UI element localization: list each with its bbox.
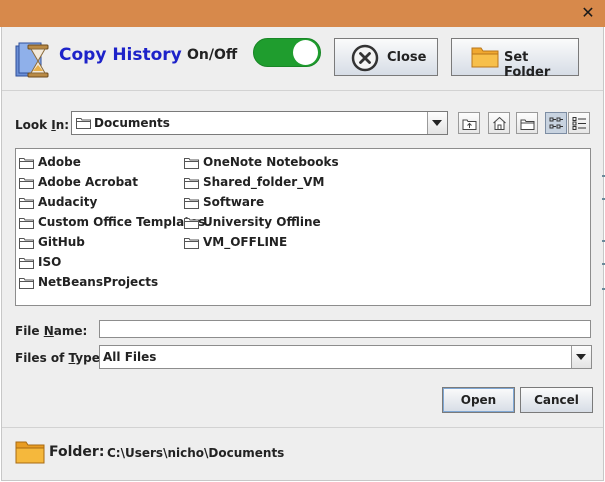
window-close-icon[interactable]: ✕ <box>579 4 597 22</box>
file-type-combo[interactable]: All Files <box>99 345 592 369</box>
look-in-combo[interactable]: Documents <box>71 111 448 135</box>
folder-icon <box>471 47 499 68</box>
list-view-icon <box>549 117 563 129</box>
folder-icon <box>19 238 34 249</box>
new-folder-button[interactable] <box>516 112 538 134</box>
file-name-label: File Name: <box>15 324 88 338</box>
header-divider <box>2 90 603 91</box>
file-list-item-label: GitHub <box>38 235 85 249</box>
footer-folder-label: Folder: <box>49 444 105 460</box>
folder-icon <box>184 178 199 189</box>
folder-icon <box>19 198 34 209</box>
up-one-level-button[interactable] <box>458 112 480 134</box>
footer-divider <box>2 427 603 428</box>
file-list-item-label: OneNote Notebooks <box>203 155 339 169</box>
folder-icon <box>19 218 34 229</box>
details-view-button[interactable] <box>568 112 590 134</box>
file-list-item-label: Software <box>203 195 265 209</box>
close-circle-icon <box>351 44 379 72</box>
set-folder-button-label: Set Folder <box>504 50 551 80</box>
folder-icon <box>76 118 91 129</box>
footer-folder-path: C:\Users\nicho\Documents <box>107 446 285 460</box>
close-button-label: Close <box>387 50 427 65</box>
file-list-item-label: Adobe Acrobat <box>38 175 139 189</box>
details-view-icon <box>572 117 586 130</box>
toggle-knob <box>293 40 318 65</box>
new-folder-icon <box>520 119 535 130</box>
cancel-button[interactable]: Cancel <box>520 387 593 413</box>
file-list[interactable]: Adobe Adobe Acrobat Audacity Custom Office … <box>15 148 591 306</box>
file-list-item-label: Custom Office Templates <box>38 215 206 229</box>
file-type-label: Files of Type: <box>15 351 105 365</box>
on-off-toggle[interactable] <box>253 38 321 67</box>
folder-icon <box>15 441 45 464</box>
file-list-item-label: VM_OFFLINE <box>203 235 288 249</box>
look-in-label: Look In: <box>15 118 70 132</box>
folder-icon <box>19 158 34 169</box>
up-one-level-icon <box>462 119 477 130</box>
folder-icon <box>184 218 199 229</box>
file-list-item-label: ISO <box>38 255 62 269</box>
folder-icon <box>19 178 34 189</box>
folder-icon <box>19 278 34 289</box>
file-list-item-label: NetBeansProjects <box>38 275 159 289</box>
file-type-dropdown-arrow[interactable] <box>571 346 591 368</box>
file-list-item-label: Audacity <box>38 195 98 209</box>
file-name-input[interactable] <box>99 320 591 338</box>
file-type-value: All Files <box>103 350 157 364</box>
hourglass-icon <box>15 42 49 78</box>
toggle-label: On/Off <box>187 47 238 63</box>
folder-icon <box>184 158 199 169</box>
home-button[interactable] <box>488 112 510 134</box>
app-title: Copy History <box>59 45 182 65</box>
folder-icon <box>184 238 199 249</box>
file-list-item-label: Shared_folder_VM <box>203 175 325 189</box>
title-bar: ✕ <box>0 0 605 27</box>
look-in-value: Documents <box>94 116 170 130</box>
look-in-dropdown-arrow[interactable] <box>427 112 447 134</box>
folder-icon <box>19 258 34 269</box>
close-button[interactable]: Close <box>334 38 438 76</box>
copy-history-window: Copy History On/Off Close Set Folder Loo… <box>1 27 604 481</box>
set-folder-button[interactable]: Set Folder <box>451 38 579 80</box>
folder-icon <box>184 198 199 209</box>
header-toolbar: Copy History On/Off Close Set Folder <box>2 27 603 89</box>
file-list-item-label: Adobe <box>38 155 81 169</box>
home-icon <box>493 116 506 130</box>
open-button[interactable]: Open <box>442 387 515 413</box>
edge-marks <box>601 0 605 482</box>
file-list-item-label: University Offline <box>203 215 321 229</box>
list-view-button[interactable] <box>545 112 567 134</box>
